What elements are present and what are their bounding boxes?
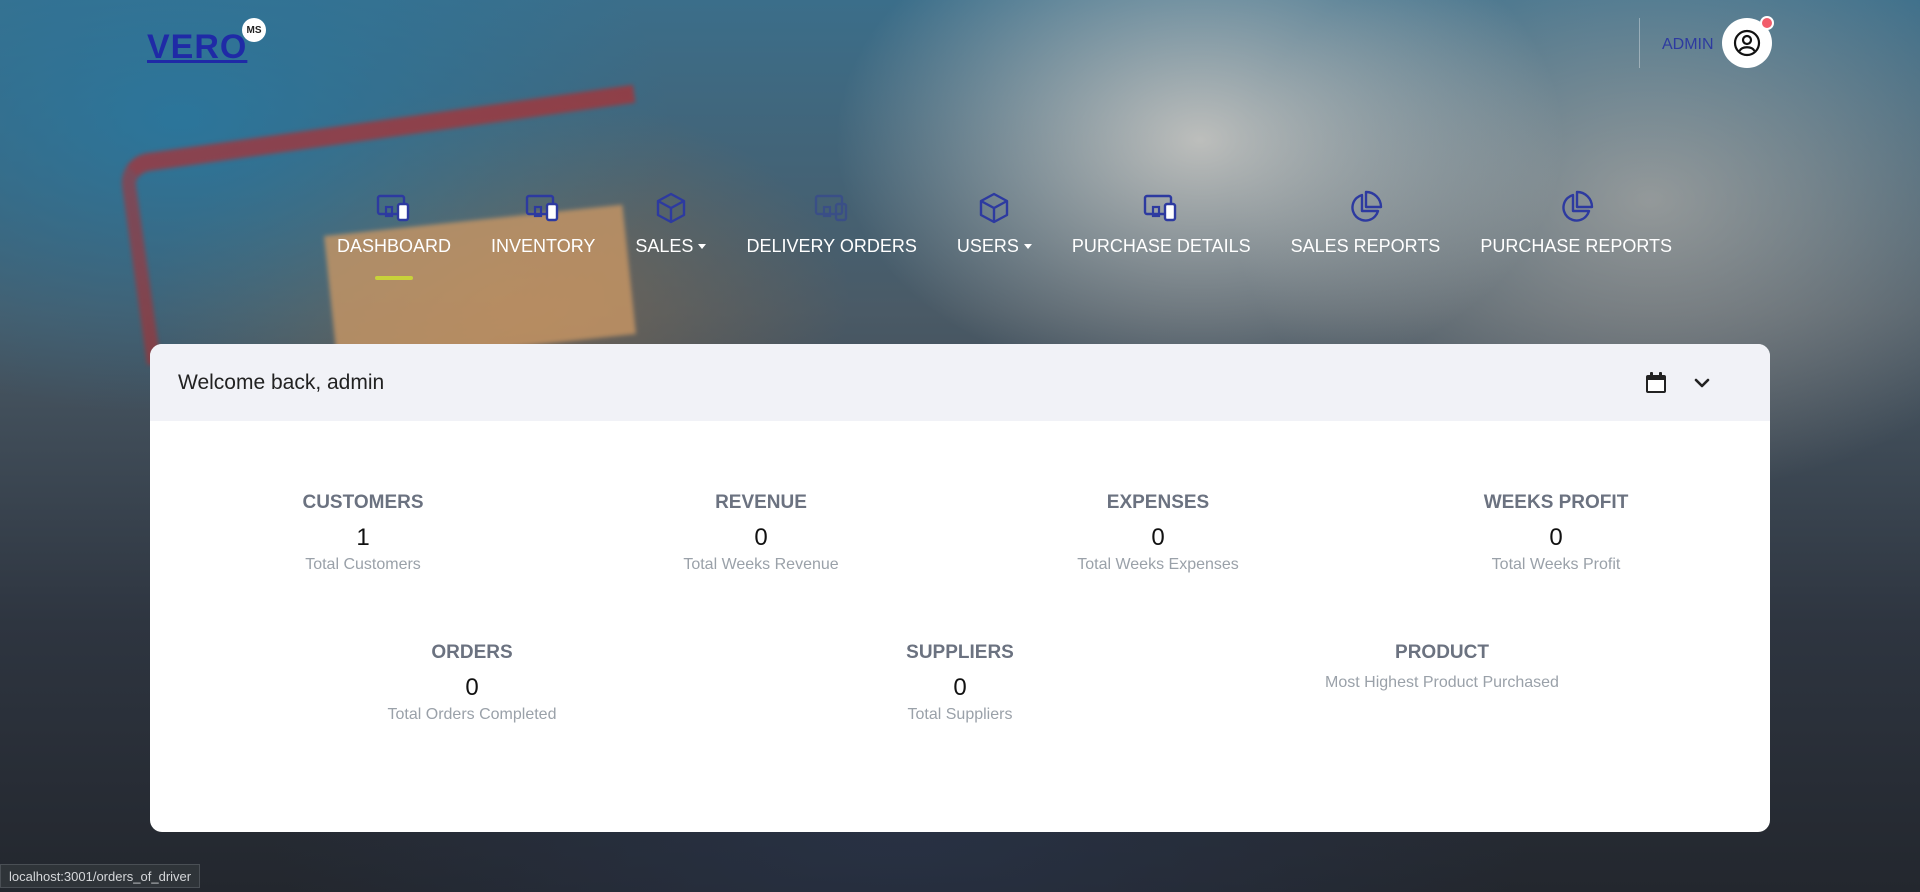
card-header: Welcome back, admin — [150, 344, 1770, 421]
stat-subtitle: Most Highest Product Purchased — [1325, 674, 1559, 691]
stat-subtitle: Total Weeks Revenue — [683, 556, 839, 573]
nav-label-sales-reports: SALES REPORTS — [1290, 236, 1441, 256]
nav-item-users[interactable]: USERS — [957, 188, 1032, 257]
devices-icon — [1143, 188, 1179, 228]
stat-orders: ORDERS 0 Total Orders Completed — [342, 642, 602, 724]
nav-item-purchase-details[interactable]: PURCHASE DETAILS — [1072, 188, 1251, 257]
user-circle-icon — [1733, 29, 1761, 57]
stat-subtitle: Total Suppliers — [907, 706, 1013, 723]
nav-label-delivery-orders: DELIVERY ORDERS — [746, 236, 917, 256]
stat-weeks-profit: WEEKS PROFIT 0 Total Weeks Profit — [1426, 492, 1686, 574]
devices-icon — [376, 188, 412, 228]
stat-title: ORDERS — [431, 642, 513, 663]
box-icon — [977, 188, 1011, 228]
chevron-down-icon[interactable] — [1693, 374, 1711, 397]
nav-label-users: USERS — [957, 236, 1032, 257]
nav-label-purchase-details: PURCHASE DETAILS — [1071, 236, 1251, 256]
nav-label-dashboard: DASHBOARD — [337, 236, 452, 256]
stat-title: CUSTOMERS — [302, 492, 424, 513]
stat-revenue: REVENUE 0 Total Weeks Revenue — [631, 492, 891, 574]
main-nav: DASHBOARD INVENTORY SALES DELIVERY ORDER… — [337, 188, 1672, 280]
nav-label-users-text: USERS — [956, 236, 1019, 256]
nav-item-inventory[interactable]: INVENTORY — [491, 188, 595, 257]
notification-dot — [1760, 16, 1774, 30]
stat-subtitle: Total Orders Completed — [387, 706, 557, 723]
nav-item-sales[interactable]: SALES — [635, 188, 707, 257]
welcome-text: Welcome back, admin — [178, 370, 385, 394]
stat-expenses: EXPENSES 0 Total Weeks Expenses — [1028, 492, 1288, 574]
active-indicator — [375, 276, 414, 280]
stat-value: 1 — [356, 524, 370, 551]
stat-title: EXPENSES — [1106, 492, 1210, 513]
stat-title: SUPPLIERS — [906, 642, 1014, 663]
stat-title: PRODUCT — [1395, 642, 1489, 663]
devices-icon — [525, 188, 561, 228]
nav-label-sales: SALES — [635, 236, 707, 257]
stat-subtitle: Total Weeks Profit — [1491, 556, 1621, 573]
header-divider — [1639, 18, 1640, 68]
logo-badge: MS — [242, 18, 266, 42]
nav-label-inventory: INVENTORY — [491, 236, 596, 256]
stat-subtitle: Total Weeks Expenses — [1077, 556, 1239, 573]
caret-down-icon — [698, 244, 707, 249]
stat-suppliers: SUPPLIERS 0 Total Suppliers — [830, 642, 1090, 724]
stat-value: 0 — [1549, 524, 1563, 551]
calendar-icon[interactable] — [1644, 371, 1668, 400]
stat-customers: CUSTOMERS 1 Total Customers — [233, 492, 493, 574]
nav-item-sales-reports[interactable]: SALES REPORTS — [1290, 188, 1441, 257]
stat-value: 0 — [465, 674, 479, 701]
devices-icon — [814, 188, 850, 228]
pie-chart-icon — [1558, 188, 1594, 228]
stat-value: 0 — [1151, 524, 1165, 551]
nav-label-sales-text: SALES — [635, 236, 694, 256]
pie-chart-icon — [1347, 188, 1383, 228]
stat-value: 0 — [953, 674, 967, 701]
stat-subtitle: Total Customers — [305, 556, 421, 573]
stat-title: REVENUE — [715, 492, 807, 513]
nav-item-delivery-orders[interactable]: DELIVERY ORDERS — [746, 188, 917, 257]
stat-product: PRODUCT Most Highest Product Purchased — [1277, 642, 1607, 692]
logo-link[interactable]: VERO — [147, 28, 247, 67]
caret-down-icon — [1023, 244, 1032, 249]
dashboard-card: Welcome back, admin CUSTOMERS 1 Total Cu… — [150, 344, 1770, 832]
box-icon — [654, 188, 688, 228]
stat-title: WEEKS PROFIT — [1483, 492, 1629, 513]
nav-item-dashboard[interactable]: DASHBOARD — [337, 188, 452, 280]
admin-label[interactable]: ADMIN — [1662, 36, 1714, 54]
nav-label-purchase-reports: PURCHASE REPORTS — [1480, 236, 1673, 256]
stat-value: 0 — [754, 524, 768, 551]
nav-item-purchase-reports[interactable]: PURCHASE REPORTS — [1480, 188, 1672, 257]
browser-status-bar: localhost:3001/orders_of_driver — [0, 864, 201, 888]
